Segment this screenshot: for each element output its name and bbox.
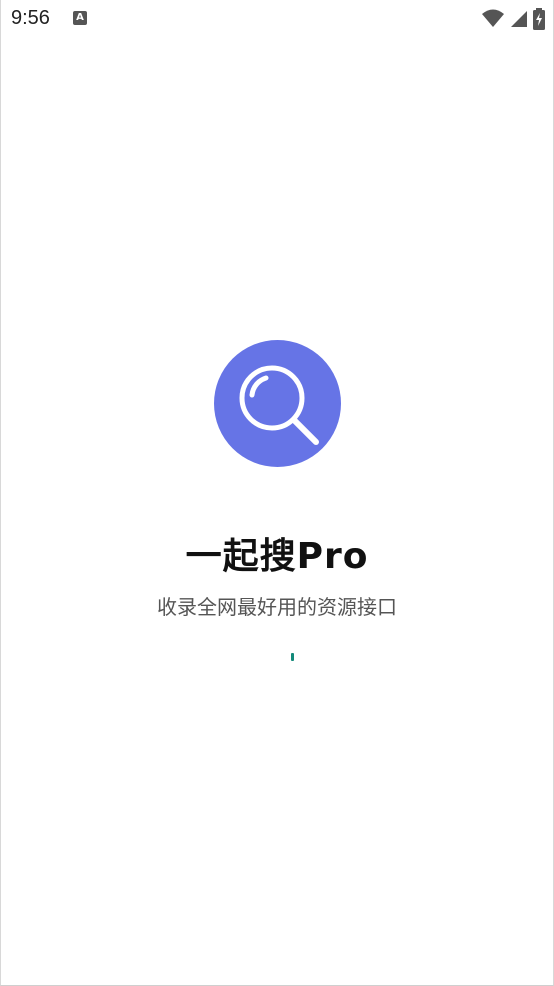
app-subtitle: 收录全网最好用的资源接口	[157, 595, 397, 619]
wifi-icon	[481, 9, 505, 33]
status-bar: 9:56 A	[1, 0, 553, 40]
magnifier-icon	[239, 365, 319, 445]
app-title: 一起搜Pro	[185, 536, 369, 577]
loading-indicator	[291, 653, 294, 661]
status-icons	[481, 8, 545, 34]
app-logo	[214, 340, 341, 467]
splash-screen: 9:56 A 一起搜Pro 收录全网最好用的资源接口	[0, 0, 554, 986]
status-time: 9:56	[11, 7, 50, 29]
app-notification-icon: A	[73, 11, 87, 25]
battery-charging-icon	[533, 8, 545, 34]
signal-icon	[509, 9, 529, 33]
